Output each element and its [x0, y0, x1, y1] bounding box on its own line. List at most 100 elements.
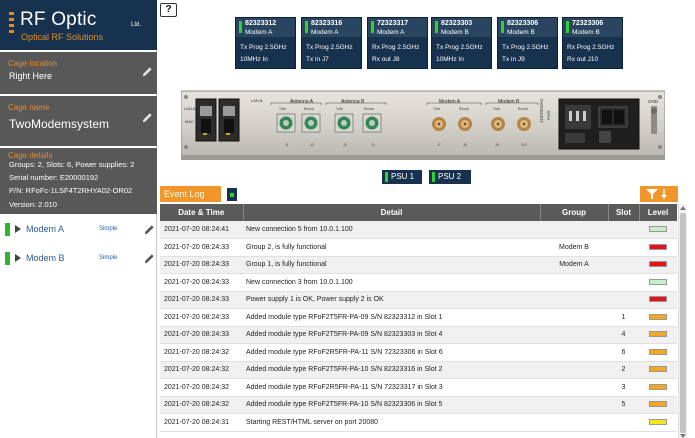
modem-status-indicator — [5, 223, 10, 236]
modem-a-ports-label: Modem A — [439, 99, 461, 105]
cell-date: 2021-07-20 08:24:32 — [160, 378, 243, 397]
logo-title: RF Optic — [20, 9, 97, 30]
module-line1: Tx Prog 2.5GHz — [436, 44, 483, 51]
psu-label: PSU 2 — [438, 172, 462, 181]
level-indicator — [649, 296, 667, 303]
event-log-button[interactable]: Event Log — [160, 186, 221, 202]
table-row[interactable]: 2021-07-20 08:24:33 New connection 3 from… — [160, 273, 677, 292]
column-header-level[interactable]: Level — [639, 204, 677, 221]
psu-status-led — [432, 172, 435, 182]
table-row[interactable]: 2021-07-20 08:24:33 Power supply 1 is OK,… — [160, 291, 677, 309]
cell-slot: 6 — [608, 343, 639, 362]
event-log-status-indicator — [227, 188, 237, 201]
port-number-label: J8 — [463, 143, 467, 147]
table-row[interactable]: 2021-07-20 08:24:41 New connection 5 from… — [160, 221, 677, 239]
help-button[interactable]: ? — [160, 3, 177, 17]
level-indicator — [649, 401, 667, 408]
antenna-port-icon — [362, 113, 382, 133]
column-header-detail[interactable]: Detail — [243, 204, 541, 221]
lan-b-port-icon — [218, 98, 240, 142]
table-row[interactable]: 2021-07-20 08:24:33 Group 1, is fully fun… — [160, 256, 677, 274]
cell-detail: Added module type RFoF2R5FR-PA-11 S/N 72… — [243, 378, 540, 397]
edit-modem-pencil-icon[interactable] — [144, 224, 155, 235]
psu-1-button[interactable]: PSU 1 — [382, 170, 422, 184]
table-row[interactable]: 2021-07-20 08:24:32 Added module type RFo… — [160, 343, 677, 362]
module-card[interactable]: 82323303 Modem B Tx Prog 2.5GHz 10MHz In — [431, 17, 492, 69]
cage-details-label: Cage details — [8, 151, 53, 160]
cell-slot — [608, 221, 639, 239]
module-card[interactable]: 82323306 Modem B Tx Prog 2.5GHz Tx in J9 — [497, 17, 558, 69]
scroll-up-arrow-icon[interactable] — [680, 206, 686, 210]
cell-detail: New connection 5 from 10.0.1.100 — [243, 221, 540, 239]
logo-ltd: Ltd. — [131, 22, 142, 28]
cage-name-label: Cage name — [8, 103, 50, 112]
module-line2: Tx in J9 — [502, 56, 525, 63]
port-number-label: J3 — [343, 143, 347, 147]
cell-detail: Power supply 1 is OK, Power supply 2 is … — [243, 291, 540, 309]
triangle-right-icon[interactable] — [15, 254, 21, 262]
cell-group — [540, 326, 608, 344]
module-modem: Modem B — [572, 29, 600, 36]
port-number-label: J1 — [285, 143, 289, 147]
modem-name[interactable]: Modem A — [26, 224, 64, 234]
module-modem: Modem B — [441, 29, 469, 36]
table-row[interactable]: 2021-07-20 08:24:33 Added module type RFo… — [160, 308, 677, 327]
table-row[interactable]: 2021-07-20 08:24:33 Added module type RFo… — [160, 326, 677, 344]
edit-name-pencil-icon[interactable] — [142, 112, 153, 123]
module-serial: 72323306 — [572, 20, 604, 27]
module-status-led — [371, 21, 374, 33]
sidebar-item-modem-a[interactable]: Modem A Simple — [0, 218, 157, 242]
table-row[interactable]: 2021-07-20 08:24:32 Added module type RFo… — [160, 378, 677, 397]
table-row[interactable]: 2021-07-20 08:24:33 Group 2, is fully fun… — [160, 238, 677, 257]
cage-details-panel: Cage details Groups: 2, Slots: 6, Power … — [0, 148, 157, 214]
cell-detail: Added module type RFoF2R5FR-PA-11 S/N 72… — [243, 343, 540, 362]
scroll-down-arrow-icon[interactable] — [680, 434, 686, 438]
module-line2: 10MHz In — [436, 56, 464, 63]
port-label-mac: MAC — [185, 119, 194, 124]
module-line2: Rx out J10 — [567, 56, 599, 63]
filter-sort-button[interactable] — [640, 186, 678, 202]
module-serial: 82323312 — [245, 20, 277, 27]
cage-location-label: Cage location — [8, 59, 57, 68]
column-header-group[interactable]: Group — [540, 204, 609, 221]
level-indicator — [649, 278, 667, 285]
module-status-led — [435, 21, 438, 33]
module-modem: Modem A — [377, 29, 405, 36]
cell-date: 2021-07-20 08:24:33 — [160, 273, 243, 292]
level-indicator — [649, 348, 667, 355]
modem-mode: Simple — [99, 255, 118, 261]
port-sub-label: Rx/out — [459, 107, 469, 111]
sidebar-item-modem-b[interactable]: Modem B Simple — [0, 247, 157, 271]
module-line1: Rx Prog 2.5GHz — [372, 44, 420, 51]
cell-detail: Added module type RFoF2T5FR-PA-10 S/N 82… — [243, 396, 540, 414]
table-scrollbar[interactable] — [678, 204, 687, 438]
cell-group — [540, 291, 608, 309]
cell-group — [540, 361, 608, 379]
port-label-lan-a: LAN A — [184, 106, 196, 111]
module-serial: 82323303 — [441, 20, 473, 27]
triangle-right-icon[interactable] — [15, 225, 21, 233]
antenna-port-icon — [276, 113, 296, 133]
column-header-date[interactable]: Date & Time — [160, 204, 244, 221]
edit-modem-pencil-icon[interactable] — [144, 253, 155, 264]
edit-location-pencil-icon[interactable] — [142, 66, 153, 77]
lan-a-port-icon — [195, 98, 217, 142]
module-card[interactable]: 82323312 Modem A Tx Prog 2.5GHz 10MHz In — [235, 17, 296, 69]
table-row[interactable]: 2021-07-20 08:24:32 Added module type RFo… — [160, 396, 677, 414]
table-row[interactable]: 2021-07-20 08:24:32 Added module type RFo… — [160, 361, 677, 379]
module-card[interactable]: 82323316 Modem A Tx Prog 2.5GHz Tx in J7 — [301, 17, 362, 69]
psu-2-button[interactable]: PSU 2 — [429, 170, 471, 184]
module-card[interactable]: 72323306 Modem B Rx Prog 2.5GHz Rx out J… — [562, 17, 623, 69]
cell-level — [639, 396, 677, 414]
port-sub-label: Tx/in — [493, 107, 500, 111]
modem-b-ports-label: Modem B — [498, 99, 520, 105]
module-card[interactable]: 72323317 Modem A Rx Prog 2.5GHz Rx out J… — [367, 17, 428, 69]
modem-name[interactable]: Modem B — [26, 253, 65, 263]
level-indicator — [649, 383, 667, 390]
sma-port-icon — [432, 117, 446, 131]
column-header-slot[interactable]: Slot — [608, 204, 640, 221]
table-row[interactable]: 2021-07-20 08:24:31 Starting REST/HTML se… — [160, 413, 677, 432]
cell-slot: 4 — [608, 326, 639, 344]
scroll-thumb[interactable] — [680, 213, 686, 433]
cell-date: 2021-07-20 08:24:33 — [160, 326, 243, 344]
